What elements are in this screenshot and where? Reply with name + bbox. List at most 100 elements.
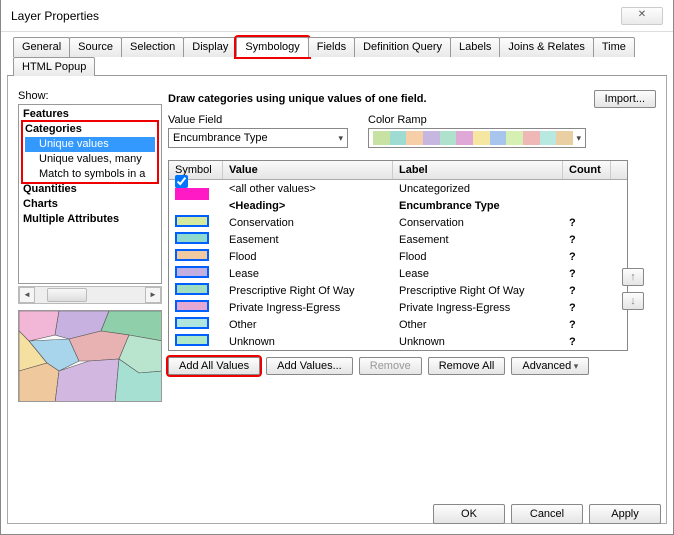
cell-count: ? [563,302,611,314]
cell-value: <Heading> [223,200,393,212]
col-label[interactable]: Label [393,161,563,179]
description-text: Draw categories using unique values of o… [168,93,586,105]
left-column: Features Categories Unique values Unique… [18,104,162,402]
cell-label: Conservation [393,217,563,229]
tab-selection[interactable]: Selection [121,37,184,57]
color-ramp-label: Color Ramp [368,114,586,126]
move-buttons: ↑ ↓ [622,268,644,310]
ok-button[interactable]: OK [433,504,505,524]
symbol-swatch[interactable] [175,300,209,312]
tab-general[interactable]: General [13,37,70,57]
remove-all-button[interactable]: Remove All [428,357,506,375]
right-column: Draw categories using unique values of o… [168,90,656,375]
col-value[interactable]: Value [223,161,393,179]
move-down-button[interactable]: ↓ [622,292,644,310]
scroll-right-arrow[interactable]: ► [145,287,161,303]
advanced-button[interactable]: Advanced [511,357,589,375]
cell-label: Lease [393,268,563,280]
tab-source[interactable]: Source [69,37,122,57]
cell-value: Easement [223,234,393,246]
scroll-thumb[interactable] [47,288,87,302]
tab-fields[interactable]: Fields [308,37,355,57]
cell-label: Private Ingress-Egress [393,302,563,314]
grid-row[interactable]: Private Ingress-EgressPrivate Ingress-Eg… [169,299,627,316]
symbol-swatch[interactable] [175,215,209,227]
cell-value: Conservation [223,217,393,229]
tree-multiple[interactable]: Multiple Attributes [23,212,157,227]
all-other-values-checkbox[interactable] [175,175,188,188]
import-button[interactable]: Import... [594,90,656,108]
grid-row[interactable]: Prescriptive Right Of WayPrescriptive Ri… [169,282,627,299]
grid-row[interactable]: <all other values>Uncategorized [169,180,627,197]
show-tree[interactable]: Features Categories Unique values Unique… [18,104,162,284]
cell-count: ? [563,268,611,280]
tab-panel: Show: Features Categories Unique values … [7,76,667,524]
cancel-button[interactable]: Cancel [511,504,583,524]
value-field-combo[interactable]: Encumbrance Type [168,128,348,148]
grid-row[interactable]: LeaseLease? [169,265,627,282]
cell-count: ? [563,285,611,297]
dialog-footer: OK Cancel Apply [433,504,661,524]
close-button[interactable]: ✕ [621,7,663,25]
titlebar: Layer Properties ✕ [1,0,673,32]
apply-button[interactable]: Apply [589,504,661,524]
grid-row[interactable]: ConservationConservation? [169,214,627,231]
add-all-values-button[interactable]: Add All Values [168,357,260,375]
grid-row[interactable]: FloodFlood? [169,248,627,265]
remove-button[interactable]: Remove [359,357,422,375]
scroll-left-arrow[interactable]: ◄ [19,287,35,303]
cell-value: Flood [223,251,393,263]
symbol-swatch[interactable] [175,188,209,200]
window-title: Layer Properties [11,9,621,23]
tab-symbology[interactable]: Symbology [236,37,308,57]
tab-time[interactable]: Time [593,37,635,57]
symbol-swatch[interactable] [175,249,209,261]
value-field-label: Value Field [168,114,348,126]
tree-quantities[interactable]: Quantities [23,182,157,197]
tab-html-popup[interactable]: HTML Popup [13,57,95,76]
cell-label: Other [393,319,563,331]
cell-label: Uncategorized [393,183,563,195]
cell-value: Other [223,319,393,331]
action-row: Add All Values Add Values... Remove Remo… [168,357,656,375]
tree-categories[interactable]: Categories [25,122,155,137]
symbol-swatch[interactable] [175,232,209,244]
tab-joins-relates[interactable]: Joins & Relates [499,37,593,57]
symbol-swatch[interactable] [175,334,209,346]
tree-match-symbols[interactable]: Match to symbols in a [25,167,155,182]
grid-row[interactable]: EasementEasement? [169,231,627,248]
color-ramp-combo[interactable] [368,128,586,148]
cell-value: <all other values> [223,183,393,195]
symbol-swatch[interactable] [175,317,209,329]
cell-label: Easement [393,234,563,246]
tree-unique-values[interactable]: Unique values [25,137,155,152]
symbol-swatch[interactable] [175,266,209,278]
value-field-value: Encumbrance Type [173,132,268,144]
cell-value: Private Ingress-Egress [223,302,393,314]
move-up-button[interactable]: ↑ [622,268,644,286]
grid-row[interactable]: OtherOther? [169,316,627,333]
add-values-button[interactable]: Add Values... [266,357,353,375]
tree-hscroll[interactable]: ◄ ► [18,286,162,304]
cell-count: ? [563,336,611,348]
cell-label: Flood [393,251,563,263]
tree-unique-values-many[interactable]: Unique values, many [25,152,155,167]
tree-categories-highlight: Categories Unique values Unique values, … [21,120,159,184]
grid-row[interactable]: UnknownUnknown? [169,333,627,350]
symbol-grid[interactable]: Symbol Value Label Count <all other valu… [168,160,628,351]
grid-row[interactable]: <Heading>Encumbrance Type [169,197,627,214]
cell-label: Unknown [393,336,563,348]
cell-value: Unknown [223,336,393,348]
tab-labels[interactable]: Labels [450,37,500,57]
tab-display[interactable]: Display [183,37,237,57]
symbol-swatch[interactable] [175,283,209,295]
symbology-preview [18,310,162,402]
grid-body: <all other values>Uncategorized<Heading>… [169,180,627,350]
tab-definition-query[interactable]: Definition Query [354,37,451,57]
cell-label: Encumbrance Type [393,200,563,212]
tree-charts[interactable]: Charts [23,197,157,212]
color-ramp-preview [373,131,573,145]
col-count[interactable]: Count [563,161,611,179]
tab-strip: GeneralSourceSelectionDisplaySymbologyFi… [7,36,667,76]
cell-value: Lease [223,268,393,280]
